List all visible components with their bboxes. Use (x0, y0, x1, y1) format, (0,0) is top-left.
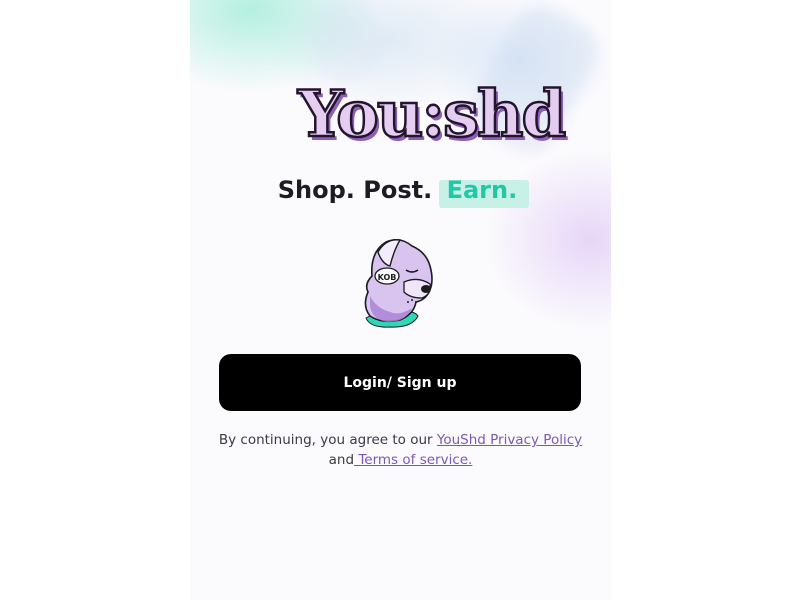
brand-logo-text: You:shd (297, 76, 568, 153)
background-streak (300, 0, 390, 88)
tagline-earn: Earn. (438, 176, 529, 208)
tagline-shop: Shop. (277, 176, 355, 204)
privacy-policy-link[interactable]: YouShd Privacy Policy (437, 432, 582, 448)
tagline-earn-highlight: Earn. (438, 176, 529, 208)
brand-logo: You:shd (297, 76, 568, 156)
login-signup-button[interactable]: Login/ Sign up (219, 354, 581, 411)
legal-conjunction: and (328, 452, 355, 468)
tagline: Shop. Post. Earn. (190, 176, 611, 208)
welcome-panel: You:shd Shop. Post. Earn. KOB Login/ Sig… (190, 0, 611, 600)
mascot-eye-text: KOB (378, 273, 397, 282)
dog-mascot-icon: KOB (360, 236, 440, 332)
legal-prefix: By continuing, you agree to our (218, 432, 437, 448)
terms-of-service-link[interactable]: Terms of service. (354, 452, 472, 468)
page: You:shd Shop. Post. Earn. KOB Login/ Sig… (0, 0, 800, 600)
legal-notice: By continuing, you agree to our YouShd P… (210, 430, 591, 470)
tagline-post: Post. (363, 176, 433, 204)
